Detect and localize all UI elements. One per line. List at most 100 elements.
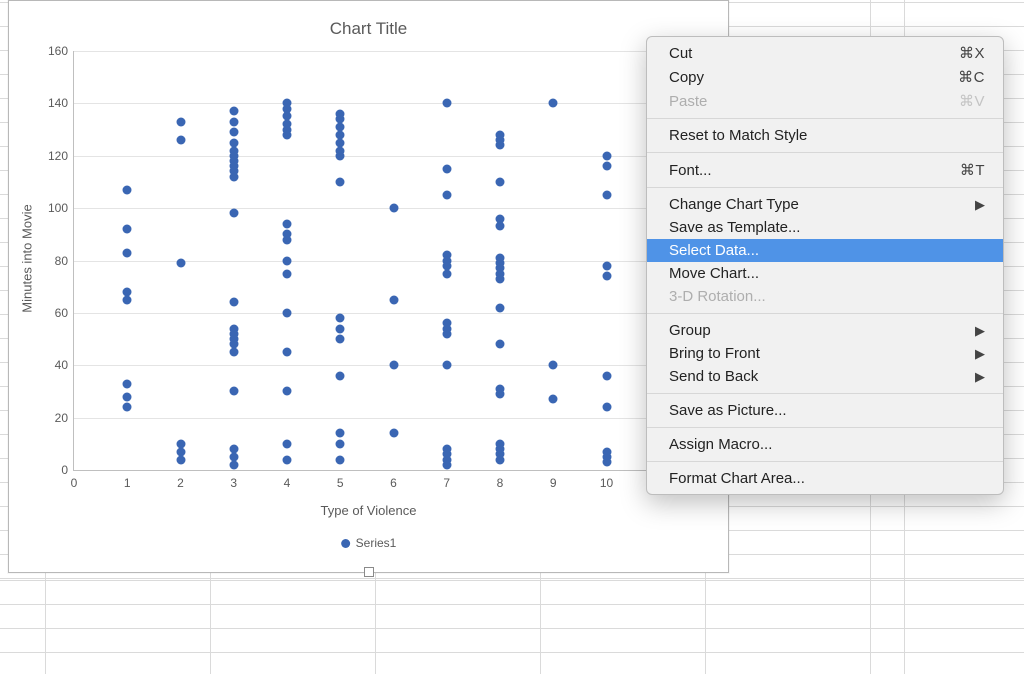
data-point[interactable] (549, 99, 558, 108)
data-point[interactable] (283, 387, 292, 396)
data-point[interactable] (123, 379, 132, 388)
data-point[interactable] (123, 403, 132, 412)
data-point[interactable] (229, 445, 238, 454)
data-point[interactable] (389, 429, 398, 438)
plot-area[interactable]: 020406080100120140160012345678910 (73, 51, 713, 471)
data-point[interactable] (602, 272, 611, 281)
data-point[interactable] (229, 298, 238, 307)
context-menu[interactable]: Cut⌘XCopy⌘CPaste⌘VReset to Match StyleFo… (646, 36, 1004, 495)
menu-item-bring-to-front[interactable]: Bring to Front▶ (647, 342, 1003, 365)
data-point[interactable] (442, 269, 451, 278)
menu-item-reset-to-match-style[interactable]: Reset to Match Style (647, 124, 1003, 147)
data-point[interactable] (336, 314, 345, 323)
data-point[interactable] (123, 185, 132, 194)
data-point[interactable] (496, 439, 505, 448)
chart-title[interactable]: Chart Title (9, 1, 728, 39)
data-point[interactable] (336, 138, 345, 147)
data-point[interactable] (176, 447, 185, 456)
data-point[interactable] (123, 295, 132, 304)
data-point[interactable] (336, 324, 345, 333)
data-point[interactable] (176, 117, 185, 126)
data-point[interactable] (229, 387, 238, 396)
menu-item-save-as-picture[interactable]: Save as Picture... (647, 399, 1003, 422)
data-point[interactable] (602, 261, 611, 270)
data-point[interactable] (442, 251, 451, 260)
data-point[interactable] (336, 109, 345, 118)
data-point[interactable] (496, 384, 505, 393)
menu-item-group[interactable]: Group▶ (647, 319, 1003, 342)
data-point[interactable] (336, 146, 345, 155)
data-point[interactable] (123, 287, 132, 296)
x-axis-label[interactable]: Type of Violence (321, 503, 417, 518)
data-point[interactable] (602, 447, 611, 456)
menu-item-assign-macro[interactable]: Assign Macro... (647, 433, 1003, 456)
data-point[interactable] (283, 120, 292, 129)
data-point[interactable] (336, 429, 345, 438)
data-point[interactable] (283, 230, 292, 239)
data-point[interactable] (496, 177, 505, 186)
data-point[interactable] (602, 162, 611, 171)
chart-object[interactable]: Chart Title Minutes into Movie 020406080… (8, 0, 729, 573)
data-point[interactable] (229, 324, 238, 333)
data-point[interactable] (496, 130, 505, 139)
data-point[interactable] (496, 340, 505, 349)
data-point[interactable] (389, 361, 398, 370)
data-point[interactable] (496, 222, 505, 231)
data-point[interactable] (283, 112, 292, 121)
data-point[interactable] (602, 151, 611, 160)
data-point[interactable] (283, 439, 292, 448)
data-point[interactable] (123, 392, 132, 401)
data-point[interactable] (283, 256, 292, 265)
menu-item-copy[interactable]: Copy⌘C (647, 65, 1003, 89)
chart-legend[interactable]: Series1 (341, 536, 397, 550)
data-point[interactable] (549, 395, 558, 404)
data-point[interactable] (176, 439, 185, 448)
data-point[interactable] (283, 455, 292, 464)
data-point[interactable] (176, 259, 185, 268)
data-point[interactable] (176, 455, 185, 464)
data-point[interactable] (229, 117, 238, 126)
data-point[interactable] (229, 209, 238, 218)
data-point[interactable] (336, 335, 345, 344)
menu-item-send-to-back[interactable]: Send to Back▶ (647, 365, 1003, 388)
data-point[interactable] (336, 455, 345, 464)
menu-item-select-data[interactable]: Select Data... (647, 239, 1003, 262)
data-point[interactable] (123, 225, 132, 234)
data-point[interactable] (283, 308, 292, 317)
data-point[interactable] (442, 99, 451, 108)
data-point[interactable] (549, 361, 558, 370)
data-point[interactable] (283, 99, 292, 108)
data-point[interactable] (602, 191, 611, 200)
data-point[interactable] (442, 191, 451, 200)
data-point[interactable] (123, 248, 132, 257)
data-point[interactable] (496, 253, 505, 262)
data-point[interactable] (442, 361, 451, 370)
data-point[interactable] (389, 204, 398, 213)
data-point[interactable] (229, 460, 238, 469)
data-point[interactable] (336, 371, 345, 380)
data-point[interactable] (602, 371, 611, 380)
data-point[interactable] (602, 403, 611, 412)
data-point[interactable] (389, 295, 398, 304)
data-point[interactable] (442, 319, 451, 328)
data-point[interactable] (229, 128, 238, 137)
data-point[interactable] (496, 214, 505, 223)
data-point[interactable] (229, 452, 238, 461)
data-point[interactable] (283, 269, 292, 278)
data-point[interactable] (336, 122, 345, 131)
y-axis-label[interactable]: Minutes into Movie (20, 204, 35, 312)
data-point[interactable] (229, 146, 238, 155)
menu-item-move-chart[interactable]: Move Chart... (647, 262, 1003, 285)
menu-item-format-chart-area[interactable]: Format Chart Area... (647, 467, 1003, 490)
data-point[interactable] (283, 348, 292, 357)
data-point[interactable] (336, 130, 345, 139)
data-point[interactable] (229, 138, 238, 147)
data-point[interactable] (283, 219, 292, 228)
data-point[interactable] (496, 303, 505, 312)
data-point[interactable] (229, 348, 238, 357)
menu-item-font[interactable]: Font...⌘T (647, 158, 1003, 182)
data-point[interactable] (442, 445, 451, 454)
menu-item-change-chart-type[interactable]: Change Chart Type▶ (647, 193, 1003, 216)
data-point[interactable] (442, 164, 451, 173)
menu-item-cut[interactable]: Cut⌘X (647, 41, 1003, 65)
